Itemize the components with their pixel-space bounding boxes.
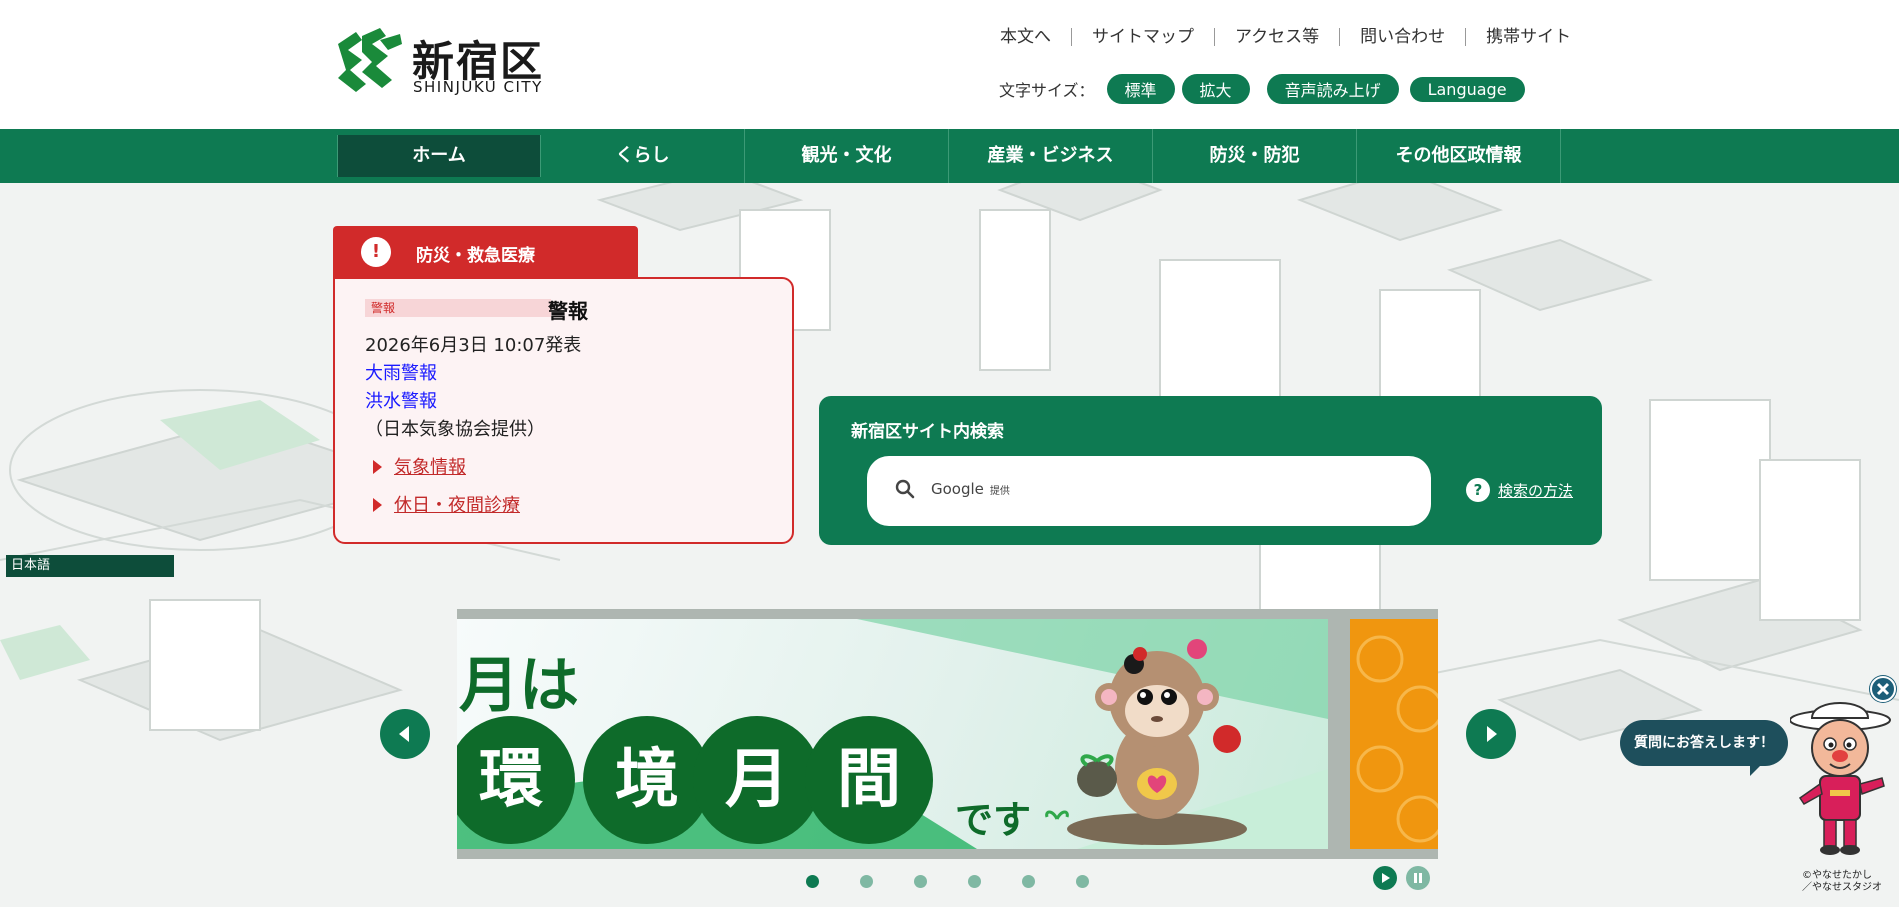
link-holiday-night-clinic-label: 休日・夜間診療 [394, 495, 520, 516]
search-help-label: 検索の方法 [1498, 481, 1574, 500]
nav-home[interactable]: ホーム [337, 135, 541, 177]
font-large-button[interactable]: 拡大 [1181, 74, 1250, 104]
link-holiday-night-clinic[interactable]: 休日・夜間診療 [373, 491, 520, 517]
emergency-tab: ! 防災・救急医療 [333, 226, 638, 278]
play-icon [1382, 873, 1390, 883]
emergency-panel: 警報 警報 2026年6月3日 10:07発表 大雨警報 洪水警報 （日本気象協… [333, 277, 794, 544]
nav-disaster-crime[interactable]: 防災・防犯 [1153, 129, 1357, 183]
provider-note: （日本気象協会提供） [365, 419, 545, 440]
arrow-right-icon [1487, 726, 1497, 742]
search-input[interactable]: Google 提供 [867, 456, 1431, 526]
banner-circle-2: 境 [583, 716, 711, 844]
site-search-panel: 新宿区サイト内検索 Google 提供 ? 検索の方法 [819, 396, 1602, 545]
search-icon [895, 479, 915, 499]
environment-month-banner: 月は 環 境 月 間 です [457, 619, 1328, 849]
font-size-controls: 文字サイズ： 標準 拡大 音声読み上げ Language [999, 74, 1532, 104]
exclamation-icon: ! [361, 237, 391, 267]
warning-tag: 警報 [365, 299, 551, 317]
carousel-dot-4[interactable] [968, 875, 981, 888]
language-select[interactable]: 日本語 [6, 555, 174, 577]
search-title: 新宿区サイト内検索 [851, 422, 1004, 442]
carousel-play-button[interactable] [1373, 866, 1397, 890]
nav-tourism-culture[interactable]: 観光・文化 [745, 129, 949, 183]
link-weather-info-label: 気象情報 [394, 457, 466, 478]
nav-industry-business[interactable]: 産業・ビジネス [949, 129, 1153, 183]
link-sitemap[interactable]: サイトマップ [1071, 28, 1214, 46]
banner-circle-4: 間 [805, 716, 933, 844]
pause-icon [1414, 873, 1422, 883]
carousel-pause-button[interactable] [1406, 866, 1430, 890]
nav-living[interactable]: くらし [541, 129, 745, 183]
arrow-left-icon [399, 726, 409, 742]
global-nav: ホーム くらし 観光・文化 産業・ビジネス 防災・防犯 その他区政情報 [0, 129, 1899, 183]
link-mobile-site[interactable]: 携帯サイト [1465, 28, 1591, 46]
warning-flood[interactable]: 洪水警報 [365, 387, 437, 413]
carousel-dot-5[interactable] [1022, 875, 1035, 888]
carousel-dot-3[interactable] [914, 875, 927, 888]
carousel-dot-1[interactable] [806, 875, 819, 888]
carousel-dot-2[interactable] [860, 875, 873, 888]
banner-text-suffix: です [955, 798, 1032, 842]
font-standard-button[interactable]: 標準 [1106, 74, 1175, 104]
question-icon: ? [1466, 478, 1490, 502]
emergency-tab-title: 防災・救急医療 [416, 246, 535, 266]
carousel-dots [806, 875, 1130, 888]
speech-button[interactable]: 音声読み上げ [1266, 74, 1399, 104]
nav-other-admin[interactable]: その他区政情報 [1357, 129, 1561, 183]
carousel-next-button[interactable] [1466, 709, 1516, 759]
triangle-right-icon [373, 498, 382, 512]
banner-text-line1: 月は [459, 651, 579, 721]
link-weather-info[interactable]: 気象情報 [373, 453, 466, 479]
shinjuku-emblem-icon [338, 28, 402, 92]
chat-bubble-tail [1750, 760, 1766, 776]
search-placeholder: Google 提供 [931, 480, 1010, 498]
mascot-copyright: ©やなせたかし ／やなせスタジオ [1802, 870, 1882, 893]
carousel-dot-6[interactable] [1076, 875, 1089, 888]
banner-pattern [1356, 635, 1444, 843]
shinjuku-logo[interactable]: 新宿区 SHINJUKU CITY [332, 26, 552, 98]
search-help-link[interactable]: ? 検索の方法 [1466, 478, 1573, 502]
language-button[interactable]: Language [1409, 76, 1525, 102]
site-header: 新宿区 SHINJUKU CITY 本文へ サイトマップ アクセス等 問い合わせ… [0, 0, 1899, 129]
utility-links: 本文へ サイトマップ アクセス等 問い合わせ 携帯サイト [990, 28, 1591, 46]
link-skip-to-content[interactable]: 本文へ [990, 28, 1071, 46]
warning-heavy-rain[interactable]: 大雨警報 [365, 359, 437, 385]
font-size-label: 文字サイズ： [999, 81, 1095, 100]
carousel-prev-button[interactable] [380, 709, 430, 759]
link-contact[interactable]: 問い合わせ [1339, 28, 1465, 46]
logo-roman: SHINJUKU CITY [413, 78, 543, 96]
warning-title: 警報 [548, 299, 588, 323]
triangle-right-icon [373, 460, 382, 474]
carousel-slide[interactable]: 月は 環 境 月 間 です [457, 609, 1444, 859]
link-access[interactable]: アクセス等 [1214, 28, 1339, 46]
mascot-character[interactable] [1790, 698, 1899, 858]
next-slide-peek [1350, 619, 1444, 849]
banner-circle-3: 月 [693, 716, 821, 844]
issued-time: 2026年6月3日 10:07発表 [365, 335, 582, 356]
